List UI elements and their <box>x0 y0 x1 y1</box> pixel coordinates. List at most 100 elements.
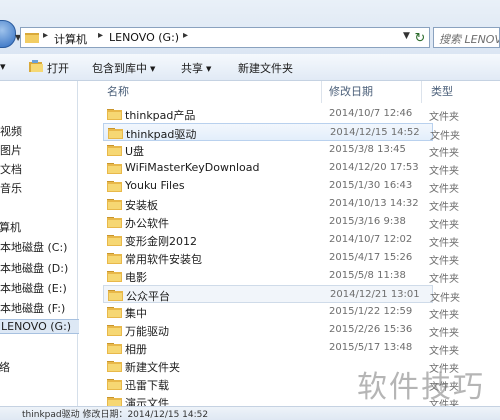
file-name: 演示文件 <box>125 397 169 406</box>
nav-item-drive-d[interactable]: 本地磁盘 (D:) <box>0 260 68 276</box>
file-type: 文件夹 <box>429 184 459 195</box>
file-name: 新建文件夹 <box>125 361 180 374</box>
file-name: 办公软件 <box>125 217 169 230</box>
table-row[interactable]: 常用软件安装包 2015/4/17 15:26 文件夹 <box>103 249 500 267</box>
share-button[interactable]: 共享 ▼ <box>181 60 211 76</box>
address-bar-area: ▼ ▸ 计算机 ▸ LENOVO (G:) ▸ ▼ ↻ 搜索 LENOVO (G… <box>0 0 500 54</box>
nav-item-pictures[interactable]: 图片 <box>0 142 22 158</box>
back-button[interactable] <box>0 20 16 48</box>
crumb-separator-icon[interactable]: ▸ <box>43 30 48 41</box>
file-name: 迅雷下载 <box>125 379 169 392</box>
table-row[interactable]: 万能驱动 2015/2/26 15:36 文件夹 <box>103 321 500 339</box>
include-library-label: 包含到库中 <box>92 62 147 75</box>
file-type: 文件夹 <box>430 131 460 142</box>
file-date: 2014/10/13 14:32 <box>329 198 419 209</box>
column-divider[interactable] <box>421 81 422 103</box>
search-input[interactable]: 搜索 LENOVO (G:) <box>433 27 500 48</box>
folder-icon <box>107 217 122 228</box>
file-type: 文件夹 <box>430 293 460 304</box>
table-row[interactable]: WiFiMasterKeyDownload 2014/12/20 17:53 文件夹 <box>103 159 500 177</box>
search-placeholder: 搜索 LENOVO (G:) <box>439 33 499 46</box>
table-row[interactable]: 公众平台 2014/12/21 13:01 文件夹 <box>103 285 460 304</box>
share-label: 共享 <box>181 62 203 75</box>
file-name: 电影 <box>125 271 147 284</box>
file-name: 变形金刚2012 <box>125 235 197 248</box>
column-header-type[interactable]: 类型 <box>431 81 453 103</box>
file-name: thinkpad产品 <box>125 109 196 122</box>
file-date: 2015/4/17 15:26 <box>329 252 413 263</box>
folder-icon <box>108 128 123 139</box>
table-row[interactable]: 相册 2015/5/17 13:48 文件夹 <box>103 339 500 357</box>
nav-item-drive-g[interactable]: LENOVO (G:) <box>0 319 83 334</box>
file-date: 2014/12/15 14:52 <box>330 127 420 138</box>
folder-icon <box>107 307 122 318</box>
file-date: 2015/3/8 13:45 <box>329 144 406 155</box>
table-row[interactable]: 集中 2015/1/22 12:59 文件夹 <box>103 303 500 321</box>
new-folder-button[interactable]: 新建文件夹 <box>238 60 293 76</box>
crumb-separator-icon[interactable]: ▸ <box>98 30 103 41</box>
file-date: 2015/3/16 9:38 <box>329 216 406 227</box>
file-type: 文件夹 <box>429 256 459 267</box>
folder-icon <box>107 271 122 282</box>
refresh-icon[interactable]: ↻ <box>409 30 431 48</box>
file-name: Youku Files <box>125 179 185 192</box>
file-type: 文件夹 <box>429 148 459 159</box>
file-type: 文件夹 <box>429 328 459 339</box>
table-row[interactable]: thinkpad驱动 2014/12/15 14:52 文件夹 <box>103 123 460 142</box>
nav-item-network[interactable]: 网络 <box>0 359 10 375</box>
column-header-name[interactable]: 名称 <box>107 81 129 103</box>
status-bar: thinkpad驱动 修改日期：2014/12/15 14:52 <box>0 406 500 420</box>
crumb-separator-icon[interactable]: ▸ <box>183 30 188 41</box>
file-type: 文件夹 <box>429 112 459 123</box>
file-date: 2015/2/26 15:36 <box>329 324 413 335</box>
file-type: 文件夹 <box>429 274 459 285</box>
file-type: 文件夹 <box>429 220 459 231</box>
column-header-date[interactable]: 修改日期 <box>329 81 373 103</box>
folder-icon <box>107 379 122 390</box>
folder-icon <box>107 163 122 174</box>
folder-icon <box>107 109 122 120</box>
nav-item-drive-f[interactable]: 本地磁盘 (F:) <box>0 300 65 316</box>
file-name: 万能驱动 <box>125 325 169 338</box>
folder-icon <box>107 181 122 192</box>
table-row[interactable]: U盘 2015/3/8 13:45 文件夹 <box>103 141 500 159</box>
file-name: U盘 <box>125 145 145 158</box>
crumb-drive[interactable]: LENOVO (G:) <box>109 31 179 44</box>
navigation-pane: 视频 图片 文档 音乐 计算机 本地磁盘 (C:) 本地磁盘 (D:) 本地磁盘… <box>0 81 83 406</box>
nav-item-computer[interactable]: 计算机 <box>0 219 21 235</box>
table-row[interactable]: Youku Files 2015/1/30 16:43 文件夹 <box>103 177 500 195</box>
crumb-computer[interactable]: 计算机 <box>54 31 87 47</box>
file-name: 常用软件安装包 <box>125 253 202 266</box>
include-library-button[interactable]: 包含到库中 ▼ <box>92 60 155 76</box>
nav-item-music[interactable]: 音乐 <box>0 180 22 196</box>
file-date: 2014/10/7 12:02 <box>329 234 413 245</box>
status-text: thinkpad驱动 修改日期：2014/12/15 14:52 <box>22 410 209 420</box>
open-button[interactable]: 打开 <box>47 60 69 76</box>
nav-item-drive-c[interactable]: 本地磁盘 (C:) <box>0 239 67 255</box>
table-row[interactable]: 安装板 2014/10/13 14:32 文件夹 <box>103 195 500 213</box>
dropdown-arrow-icon: ▼ <box>206 65 212 73</box>
nav-item-videos[interactable]: 视频 <box>0 123 22 139</box>
address-bar[interactable]: ▸ 计算机 ▸ LENOVO (G:) ▸ ▼ <box>20 27 430 48</box>
table-row[interactable]: 电影 2015/5/8 11:38 文件夹 <box>103 267 500 285</box>
column-divider[interactable] <box>321 81 322 103</box>
dropdown-arrow-icon: ▼ <box>150 65 156 73</box>
table-row[interactable]: thinkpad产品 2014/10/7 12:46 文件夹 <box>103 105 500 123</box>
table-row[interactable]: 变形金刚2012 2014/10/7 12:02 文件夹 <box>103 231 500 249</box>
nav-item-documents[interactable]: 文档 <box>0 161 22 177</box>
folder-icon <box>107 325 122 336</box>
watermark: 软件技巧 <box>357 370 485 405</box>
file-date: 2015/5/17 13:48 <box>329 342 413 353</box>
nav-item-drive-e[interactable]: 本地磁盘 (E:) <box>0 280 67 296</box>
open-icon <box>29 60 43 72</box>
organize-arrow-icon[interactable]: ▾ <box>0 60 6 73</box>
file-type: 文件夹 <box>429 346 459 357</box>
folder-icon <box>108 290 123 301</box>
file-date: 2015/5/8 11:38 <box>329 270 406 281</box>
file-name: 相册 <box>125 343 147 356</box>
folder-icon <box>107 361 122 372</box>
table-row[interactable]: 办公软件 2015/3/16 9:38 文件夹 <box>103 213 500 231</box>
file-type: 文件夹 <box>429 310 459 321</box>
folder-icon <box>107 199 122 210</box>
computer-folder-icon <box>25 33 39 43</box>
